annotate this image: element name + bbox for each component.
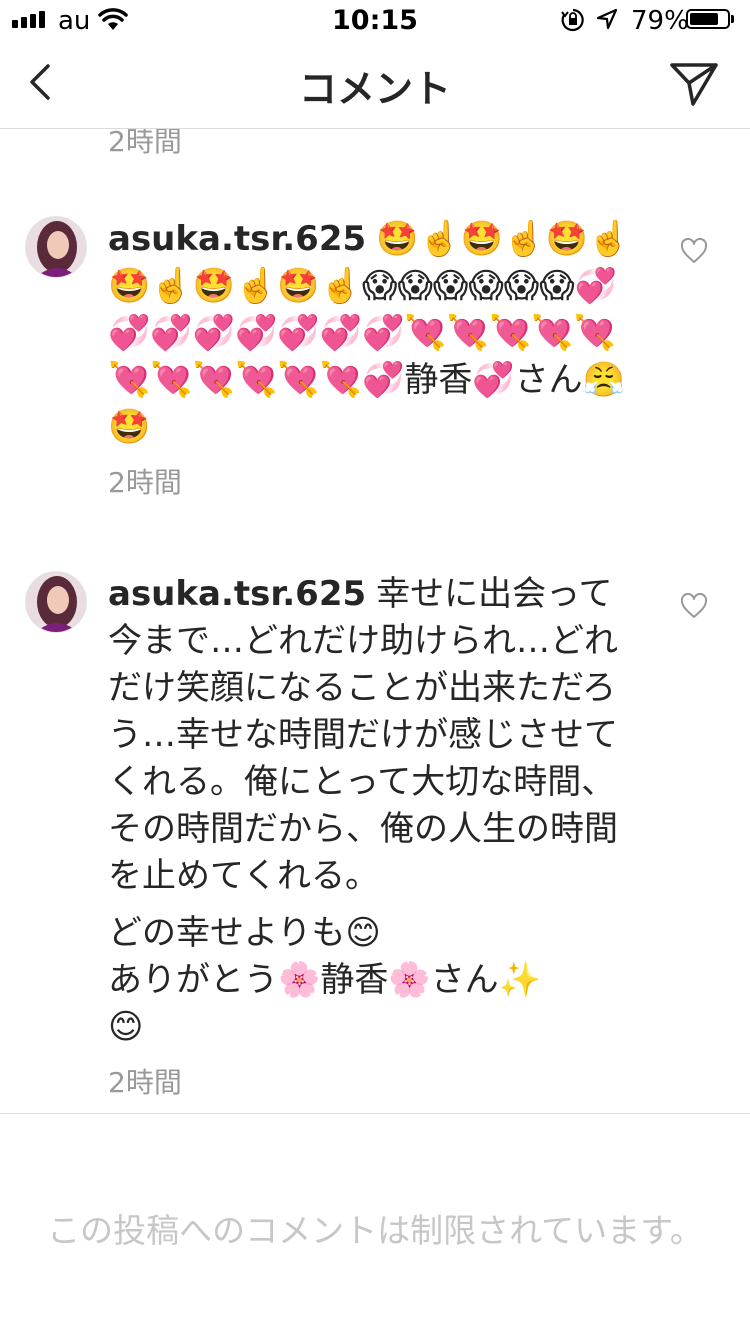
comment-text-paragraph: どの幸せよりも😊 — [108, 913, 381, 953]
avatar[interactable] — [25, 571, 87, 633]
comment-body: asuka.tsr.625 🤩☝️🤩☝️🤩☝️🤩☝️🤩☝️🤩☝️😱😱😱😱😱😱💞💞💞… — [108, 216, 638, 501]
comment-text: asuka.tsr.625 🤩☝️🤩☝️🤩☝️🤩☝️🤩☝️🤩☝️😱😱😱😱😱😱💞💞💞… — [108, 216, 638, 451]
comment-text-paragraph: 😊 — [108, 1007, 144, 1047]
comment-list: 2時間 asuka.tsr.625 🤩☝️🤩☝️🤩☝️🤩☝️🤩☝️🤩☝️😱😱😱😱😱… — [0, 0, 750, 1334]
comments-screen: au 10:15 79% コメント 2時間 asuka.tsr.625 🤩☝️🤩… — [0, 0, 750, 1334]
share-button[interactable] — [666, 58, 722, 110]
page-title: コメント — [298, 67, 451, 111]
heart-icon[interactable] — [680, 592, 708, 619]
navigation-bar: コメント — [0, 40, 750, 129]
heart-icon[interactable] — [680, 237, 708, 264]
comment-time: 2時間 — [108, 466, 182, 499]
avatar[interactable] — [25, 216, 87, 278]
comment-time: 2時間 — [108, 1066, 182, 1099]
divider — [0, 1113, 750, 1114]
comments-disabled-notice: この投稿へのコメントは制限されています。 — [47, 1211, 703, 1250]
comment-username[interactable]: asuka.tsr.625 — [108, 219, 366, 259]
comment-username[interactable]: asuka.tsr.625 — [108, 574, 366, 614]
comment-text-paragraph: 幸せに出会って今まで…どれだけ助けられ…どれだけ笑顔になることが出来ただろう…幸… — [108, 574, 618, 896]
comment-body: asuka.tsr.625 幸せに出会って今まで…どれだけ助けられ…どれだけ笑顔に… — [108, 571, 638, 1101]
comment-text: asuka.tsr.625 幸せに出会って今まで…どれだけ助けられ…どれだけ笑顔に… — [108, 571, 638, 900]
comment-text-paragraph: ありがとう🌸静香🌸さん✨ — [108, 960, 542, 1000]
paper-plane-icon — [670, 63, 718, 106]
